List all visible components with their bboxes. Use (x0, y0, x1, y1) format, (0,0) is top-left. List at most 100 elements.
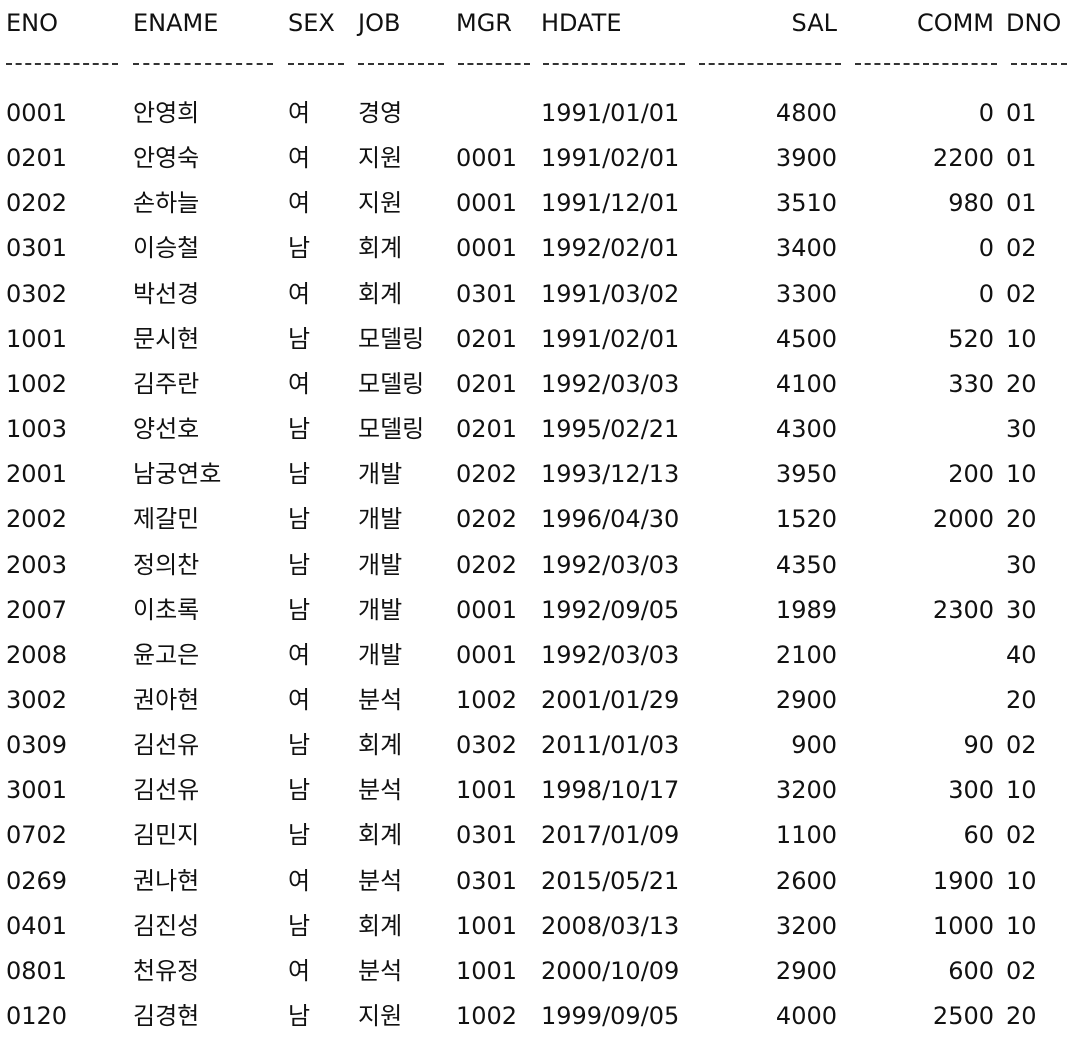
cell-dno: 02 (1006, 234, 1037, 263)
table-row: 2008 윤고은 여 개발 0001 1992/03/03 2100 40 (0, 635, 1085, 675)
cell-dno: 02 (1006, 731, 1037, 760)
cell-dno: 30 (1006, 595, 1037, 624)
cell-job: 모델링 (358, 415, 425, 444)
cell-mgr: 0301 (456, 821, 518, 850)
cell-dno: 20 (1006, 369, 1037, 398)
table-row: 0269 권나현 여 분석 0301 2015/05/21 2600 1900 10 (0, 861, 1085, 901)
cell-mgr: 0201 (456, 324, 518, 353)
cell-eno: 2007 (6, 595, 68, 624)
table-row: 0702 김민지 남 회계 0301 2017/01/09 1100 60 02 (0, 815, 1085, 855)
cell-sal: 3900 (775, 144, 837, 173)
cell-job: 지원 (358, 189, 403, 218)
cell-comm: 520 (948, 324, 994, 353)
cell-sex: 남 (288, 550, 311, 579)
cell-ename: 천유정 (133, 956, 200, 985)
cell-dno: 01 (1006, 189, 1037, 218)
cell-sal: 900 (791, 731, 837, 760)
cell-comm: 1000 (932, 911, 994, 940)
cell-sex: 남 (288, 595, 311, 624)
cell-comm: 300 (948, 776, 994, 805)
cell-mgr: 0201 (456, 415, 518, 444)
separator-sal (699, 63, 841, 65)
cell-dno: 20 (1006, 685, 1037, 714)
separator-sex (288, 63, 344, 65)
cell-sal: 2100 (775, 640, 837, 669)
cell-hdate: 1998/10/17 (541, 776, 680, 805)
cell-ename: 권나현 (133, 866, 200, 895)
cell-ename: 김선유 (133, 776, 200, 805)
table-row: 0401 김진성 남 회계 1001 2008/03/13 3200 1000 10 (0, 906, 1085, 946)
cell-ename: 김민지 (133, 821, 200, 850)
separator-mgr (458, 63, 530, 65)
header-separator (0, 61, 1085, 67)
table-row: 0302 박선경 여 회계 0301 1991/03/02 3300 0 02 (0, 274, 1085, 314)
cell-ename: 양선호 (133, 415, 200, 444)
cell-dno: 02 (1006, 956, 1037, 985)
cell-sal: 3300 (775, 279, 837, 308)
cell-dno: 10 (1006, 911, 1037, 940)
cell-sex: 여 (288, 99, 311, 127)
column-header-mgr: MGR (456, 9, 512, 37)
cell-job: 분석 (358, 956, 403, 985)
cell-sal: 2600 (775, 866, 837, 895)
cell-eno: 0401 (6, 911, 68, 940)
cell-ename: 윤고은 (133, 640, 200, 669)
cell-dno: 30 (1006, 550, 1037, 579)
cell-sex: 남 (288, 415, 311, 444)
cell-eno: 3001 (6, 776, 68, 805)
cell-comm: 2000 (932, 505, 994, 534)
cell-ename: 손하늘 (133, 189, 200, 218)
cell-sex: 남 (288, 234, 311, 263)
cell-sex: 남 (288, 776, 311, 805)
cell-sex: 여 (288, 144, 311, 173)
cell-sal: 4800 (775, 99, 837, 127)
table-row: 0120 김경현 남 지원 1002 1999/09/05 4000 2500 20 (0, 996, 1085, 1036)
cell-hdate: 1992/03/03 (541, 369, 680, 398)
cell-mgr: 0202 (456, 550, 518, 579)
cell-dno: 20 (1006, 505, 1037, 534)
cell-dno: 02 (1006, 821, 1037, 850)
cell-sex: 남 (288, 821, 311, 850)
cell-comm: 0 (978, 279, 994, 308)
cell-comm: 0 (978, 99, 994, 127)
table-row: 0202 손하늘 여 지원 0001 1991/12/01 3510 980 01 (0, 183, 1085, 223)
cell-eno: 0301 (6, 234, 68, 263)
cell-eno: 0202 (6, 189, 68, 218)
cell-sal: 3400 (775, 234, 837, 263)
cell-mgr: 0001 (456, 234, 518, 263)
cell-hdate: 1995/02/21 (541, 415, 680, 444)
table-row: 3002 권아현 여 분석 1002 2001/01/29 2900 20 (0, 680, 1085, 720)
cell-eno: 0801 (6, 956, 68, 985)
table-row: 0801 천유정 여 분석 1001 2000/10/09 2900 600 02 (0, 951, 1085, 991)
cell-eno: 2003 (6, 550, 68, 579)
cell-ename: 정의찬 (133, 550, 200, 579)
cell-ename: 김선유 (133, 731, 200, 760)
cell-sal: 2900 (775, 685, 837, 714)
cell-hdate: 2011/01/03 (541, 731, 680, 760)
cell-job: 회계 (358, 731, 403, 760)
table-row: 2002 제갈민 남 개발 0202 1996/04/30 1520 2000 20 (0, 499, 1085, 539)
cell-sex: 여 (288, 956, 311, 985)
table-row: 1002 김주란 여 모델링 0201 1992/03/03 4100 330 20 (0, 364, 1085, 404)
cell-comm: 330 (948, 369, 994, 398)
cell-job: 분석 (358, 776, 403, 805)
cell-comm: 980 (948, 189, 994, 218)
cell-hdate: 1992/09/05 (541, 595, 680, 624)
cell-eno: 1003 (6, 415, 68, 444)
table-row: 0301 이승철 남 회계 0001 1992/02/01 3400 0 02 (0, 228, 1085, 268)
cell-eno: 3002 (6, 685, 68, 714)
cell-ename: 박선경 (133, 279, 200, 308)
separator-hdate (543, 63, 685, 65)
cell-comm: 1900 (932, 866, 994, 895)
cell-sex: 남 (288, 1002, 311, 1030)
cell-mgr: 0202 (456, 505, 518, 534)
cell-mgr: 0301 (456, 279, 518, 308)
cell-sal: 2900 (775, 956, 837, 985)
cell-hdate: 1992/02/01 (541, 234, 680, 263)
cell-mgr: 0001 (456, 189, 518, 218)
cell-sex: 여 (288, 369, 311, 398)
cell-mgr: 1002 (456, 1002, 518, 1030)
cell-comm: 200 (948, 460, 994, 489)
cell-dno: 40 (1006, 640, 1037, 669)
table-row: 2007 이초록 남 개발 0001 1992/09/05 1989 2300 30 (0, 590, 1085, 630)
